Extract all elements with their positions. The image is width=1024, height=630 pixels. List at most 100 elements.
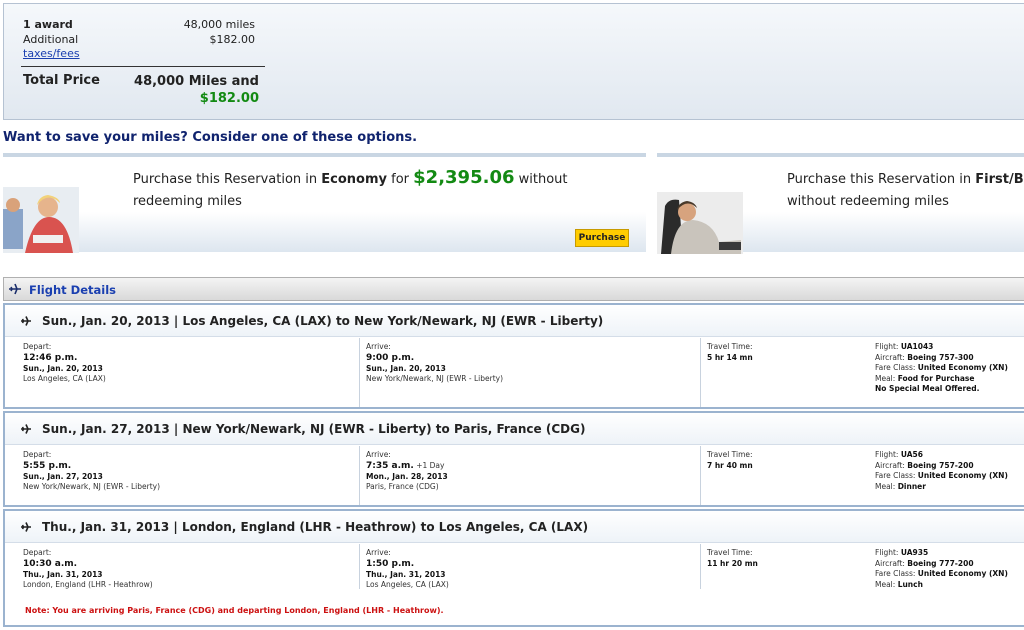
arrive-cell: Arrive: 1:50 p.m. Thu., Jan. 31, 2013 Lo… bbox=[359, 544, 700, 589]
segment-header: Thu., Jan. 31, 2013 | London, England (L… bbox=[5, 511, 1024, 543]
economy-purchase-option: Purchase this Reservation in Economy for… bbox=[3, 153, 646, 253]
flight-segment: Sun., Jan. 20, 2013 | Los Angeles, CA (L… bbox=[3, 303, 1024, 409]
depart-city: Los Angeles, CA (LAX) bbox=[23, 374, 106, 383]
fare-label: Fare Class: bbox=[875, 363, 918, 372]
travel-time-cell: Travel Time: 7 hr 40 mn bbox=[700, 446, 870, 505]
flight-number: UA1043 bbox=[900, 342, 934, 351]
flight-info-cell: Flight: UA1043 Aircraft: Boeing 757-300 … bbox=[871, 338, 1024, 407]
travel-time: 11 hr 20 mn bbox=[707, 558, 758, 568]
flight-number: UA56 bbox=[900, 450, 923, 459]
flight-label: Flight: bbox=[875, 342, 901, 351]
arrive-label: Arrive: bbox=[366, 450, 391, 459]
segment-title: Sun., Jan. 20, 2013 | Los Angeles, CA (L… bbox=[42, 314, 604, 328]
arrive-date: Mon., Jan. 28, 2013 bbox=[366, 471, 448, 481]
depart-label: Depart: bbox=[23, 548, 52, 557]
depart-time: 12:46 p.m. bbox=[23, 352, 78, 363]
option-text-pre: Purchase this Reservation in bbox=[787, 172, 976, 187]
aircraft: Boeing 757-300 bbox=[907, 352, 974, 362]
aircraft: Boeing 777-200 bbox=[907, 558, 974, 568]
depart-cell: Depart: 10:30 a.m. Thu., Jan. 31, 2013 L… bbox=[5, 544, 346, 589]
total-price-value: 48,000 Miles and $182.00 bbox=[122, 73, 259, 107]
arrive-time: 9:00 p.m. bbox=[366, 352, 415, 363]
fare-class: United Economy (XN) bbox=[917, 363, 1008, 372]
flight-label: Flight: bbox=[875, 548, 901, 557]
flight-segment: Sun., Jan. 27, 2013 | New York/Newark, N… bbox=[3, 411, 1024, 507]
depart-cell: Depart: 12:46 p.m. Sun., Jan. 20, 2013 L… bbox=[5, 338, 346, 407]
depart-city: London, England (LHR - Heathrow) bbox=[23, 580, 153, 589]
option-text-post: without redeeming miles bbox=[787, 194, 949, 209]
segment-header: Sun., Jan. 27, 2013 | New York/Newark, N… bbox=[5, 413, 1024, 445]
total-price-label: Total Price bbox=[23, 73, 100, 88]
flight-number: UA935 bbox=[900, 548, 929, 557]
first-purchase-option: Purchase this Reservation in First/B wit… bbox=[657, 153, 1024, 254]
divider bbox=[21, 66, 265, 67]
taxes-value: $182.00 bbox=[209, 33, 256, 46]
depart-label: Depart: bbox=[23, 450, 52, 459]
flight-details-title: Flight Details bbox=[29, 283, 116, 297]
depart-date: Thu., Jan. 31, 2013 bbox=[23, 569, 103, 579]
total-miles: 48,000 Miles and bbox=[134, 74, 259, 89]
purchase-button[interactable]: Purchase bbox=[575, 229, 629, 247]
arrive-cell: Arrive: 9:00 p.m. Sun., Jan. 20, 2013 Ne… bbox=[359, 338, 700, 407]
segment-title: Thu., Jan. 31, 2013 | London, England (L… bbox=[42, 520, 589, 534]
card-gradient bbox=[3, 212, 646, 252]
taxes-fees-link[interactable]: taxes/fees bbox=[23, 47, 80, 60]
arrive-cell: Arrive: 7:35 a.m. +1 Day Mon., Jan. 28, … bbox=[359, 446, 700, 505]
aircraft: Boeing 757-200 bbox=[907, 460, 974, 470]
flight-label: Flight: bbox=[875, 450, 901, 459]
meal-label: Meal: bbox=[875, 481, 898, 491]
award-count: 1 award bbox=[23, 18, 73, 31]
flight-segment: Thu., Jan. 31, 2013 | London, England (L… bbox=[3, 509, 1024, 627]
meal: Dinner bbox=[897, 481, 926, 491]
airplane-icon bbox=[9, 283, 21, 295]
flight-details-header[interactable]: Flight Details bbox=[3, 277, 1024, 301]
travel-time: 5 hr 14 mn bbox=[707, 352, 753, 362]
economy-option-text: Purchase this Reservation in Economy for… bbox=[133, 167, 603, 213]
travel-time: 7 hr 40 mn bbox=[707, 460, 753, 470]
segment-header: Sun., Jan. 20, 2013 | Los Angeles, CA (L… bbox=[5, 305, 1024, 337]
depart-label: Depart: bbox=[23, 342, 52, 351]
arrive-date: Thu., Jan. 31, 2013 bbox=[366, 569, 446, 579]
travel-label: Travel Time: bbox=[707, 450, 753, 459]
depart-city: New York/Newark, NJ (EWR - Liberty) bbox=[23, 482, 161, 491]
travel-time-cell: Travel Time: 5 hr 14 mn bbox=[700, 338, 870, 407]
flight-info-cell: Flight: UA56 Aircraft: Boeing 757-200 Fa… bbox=[871, 446, 1024, 505]
arrive-city: New York/Newark, NJ (EWR - Liberty) bbox=[366, 374, 504, 383]
total-cash: $182.00 bbox=[199, 91, 259, 106]
arrive-time: 7:35 a.m. bbox=[366, 460, 414, 471]
airplane-icon bbox=[21, 522, 31, 532]
meal-label: Meal: bbox=[875, 579, 898, 589]
award-miles: 48,000 miles bbox=[183, 18, 255, 31]
arrive-date: Sun., Jan. 20, 2013 bbox=[366, 363, 446, 373]
price-summary: 1 award 48,000 miles Additional $182.00 … bbox=[3, 3, 1024, 120]
arrive-time: 1:50 p.m. bbox=[366, 558, 415, 569]
additional-label: Additional bbox=[23, 33, 79, 46]
depart-cell: Depart: 5:55 p.m. Sun., Jan. 27, 2013 Ne… bbox=[5, 446, 346, 505]
cabin-first: First/B bbox=[975, 172, 1024, 187]
arrive-label: Arrive: bbox=[366, 342, 391, 351]
economy-passenger-photo bbox=[3, 187, 79, 253]
aircraft-label: Aircraft: bbox=[875, 558, 908, 568]
airplane-icon bbox=[21, 424, 31, 434]
flight-info-cell: Flight: UA935 Aircraft: Boeing 777-200 F… bbox=[871, 544, 1024, 589]
meal-label: Meal: bbox=[875, 373, 898, 383]
airplane-icon bbox=[21, 316, 31, 326]
save-miles-heading: Want to save your miles? Consider one of… bbox=[3, 130, 418, 145]
travel-label: Travel Time: bbox=[707, 548, 753, 557]
travel-label: Travel Time: bbox=[707, 342, 753, 351]
fare-class: United Economy (XN) bbox=[917, 569, 1008, 578]
travel-time-cell: Travel Time: 11 hr 20 mn bbox=[700, 544, 870, 589]
depart-date: Sun., Jan. 27, 2013 bbox=[23, 471, 103, 481]
fare-label: Fare Class: bbox=[875, 471, 918, 480]
arrive-label: Arrive: bbox=[366, 548, 391, 557]
depart-date: Sun., Jan. 20, 2013 bbox=[23, 363, 103, 373]
fare-class: United Economy (XN) bbox=[917, 471, 1008, 480]
arrive-city: Paris, France (CDG) bbox=[366, 482, 439, 491]
option-text-for: for bbox=[387, 172, 414, 187]
arrive-city: Los Angeles, CA (LAX) bbox=[366, 580, 449, 589]
meal: Lunch bbox=[897, 579, 923, 589]
first-class-passenger-photo bbox=[657, 192, 743, 254]
meal: Food for Purchase bbox=[897, 373, 975, 383]
depart-time: 5:55 p.m. bbox=[23, 460, 72, 471]
itinerary-warning-note: Note: You are arriving Paris, France (CD… bbox=[25, 606, 444, 615]
